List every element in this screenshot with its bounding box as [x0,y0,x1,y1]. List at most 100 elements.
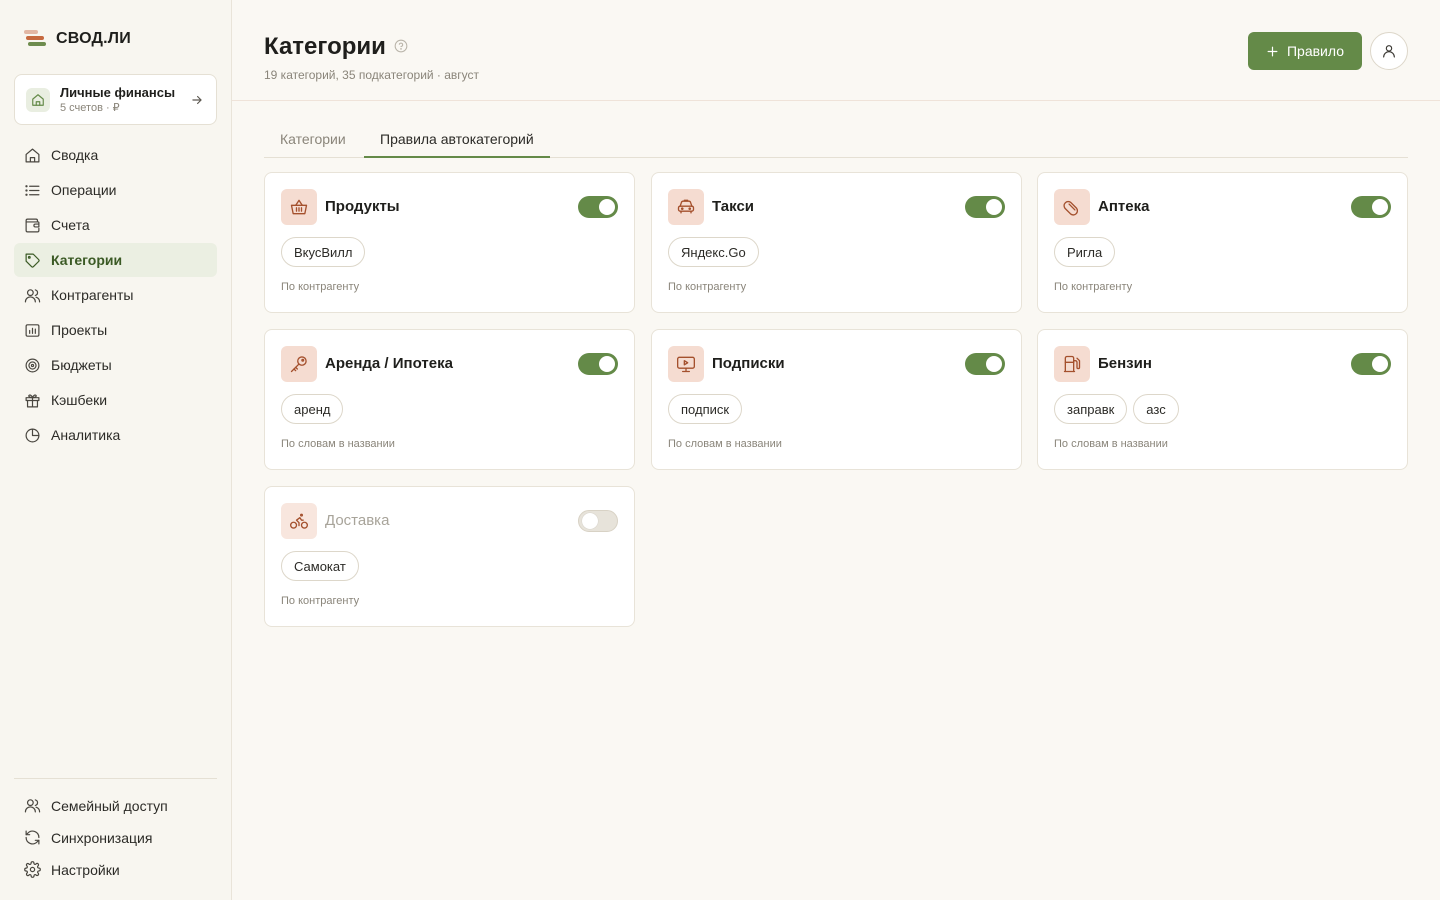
gear-icon [24,861,41,878]
users-icon [24,287,41,304]
nav-item-projects[interactable]: Проекты [14,313,217,347]
arrow-right-icon [192,95,202,104]
rule-chip[interactable]: подписк [668,394,743,424]
rule-card-delivery[interactable]: Доставка Самокат По контрагенту [264,486,635,627]
nav-item-budgets[interactable]: Бюджеты [14,348,217,382]
sidebar: СВОД.ЛИ Личные финансы 5 счетов · ₽ Свод… [0,0,232,900]
nav-item-operations[interactable]: Операции [14,173,217,207]
nav-label: Синхронизация [51,829,153,846]
rule-chip[interactable]: ВкусВилл [281,237,366,267]
rule-card-fuel[interactable]: Бензин заправк азс По словам в названии [1037,329,1408,470]
rule-title: Такси [712,198,755,215]
brand-logo [24,30,46,48]
key-icon [281,346,317,382]
sidebar-divider [14,778,217,779]
rule-toggle[interactable] [1351,196,1391,218]
tag-icon [24,252,41,269]
target-icon [24,357,41,374]
tab-categories[interactable]: Категории [264,126,362,158]
account-title: Личные финансы [60,84,176,100]
home-icon [24,147,41,164]
rule-chips: заправк азс [1054,394,1179,424]
rule-type: По контрагенту [281,281,360,293]
car-icon [668,189,704,225]
nav-item-counterparties[interactable]: Контрагенты [14,278,217,312]
nav-item-analytics[interactable]: Аналитика [14,418,217,452]
nav-item-family-access[interactable]: Семейный доступ [14,790,217,821]
rule-title: Бензин [1098,355,1152,372]
rule-chip[interactable]: Яндекс.Go [668,237,759,267]
tab-auto-rules[interactable]: Правила автокатегорий [364,126,550,158]
basket-icon [281,189,317,225]
nav-label: Кэшбеки [51,392,108,408]
rule-chips: Яндекс.Go [668,237,759,267]
nav-label: Операции [51,182,117,198]
rule-type: По контрагенту [668,281,747,293]
main-nav: Сводка Операции Счета Категории Контраге… [14,138,217,453]
rule-card-subscriptions[interactable]: Подписки подписк По словам в названии [651,329,1022,470]
nav-item-summary[interactable]: Сводка [14,138,217,172]
rule-type: По контрагенту [281,595,360,607]
gift-icon [24,392,41,409]
rule-title: Аренда / Ипотека [325,355,453,372]
users-icon [24,797,41,814]
wallet-icon [24,217,41,234]
home-icon [26,87,50,112]
help-icon[interactable] [394,39,408,53]
rule-chip[interactable]: Ригла [1054,237,1116,267]
rule-title: Доставка [325,512,390,529]
rule-type: По словам в названии [668,438,782,450]
nav-label: Аналитика [51,427,121,443]
rule-chips: подписк [668,394,743,424]
rule-type: По словам в названии [1054,438,1168,450]
user-icon [1383,45,1395,58]
brand[interactable]: СВОД.ЛИ [24,30,131,48]
refresh-icon [24,829,41,846]
nav-label: Категории [51,252,123,268]
rule-toggle[interactable] [965,353,1005,375]
rule-chip[interactable]: азс [1133,394,1179,424]
pie-chart-icon [24,427,41,444]
rule-card-pharmacy[interactable]: Аптека Ригла По контрагенту [1037,172,1408,313]
nav-label: Проекты [51,322,108,338]
rule-toggle[interactable] [578,510,618,532]
nav-label: Семейный доступ [51,797,168,814]
rule-card-rent[interactable]: Аренда / Ипотека аренд По словам в назва… [264,329,635,470]
add-rule-label: Правило [1286,43,1344,59]
rule-chips: Ригла [1054,237,1116,267]
brand-name: СВОД.ЛИ [56,30,131,47]
page-subtitle: 19 категорий, 35 подкатегорий · август [264,68,480,82]
rule-type: По контрагенту [1054,281,1133,293]
account-switcher[interactable]: Личные финансы 5 счетов · ₽ [14,74,217,125]
rule-toggle[interactable] [965,196,1005,218]
add-rule-button[interactable]: Правило [1248,32,1362,70]
nav-item-sync[interactable]: Синхронизация [14,822,217,853]
rule-chips: ВкусВилл [281,237,366,267]
user-avatar-button[interactable] [1370,32,1408,70]
rule-chip[interactable]: аренд [281,394,344,424]
rule-card-groceries[interactable]: Продукты ВкусВилл По контрагенту [264,172,635,313]
folder-chart-icon [24,322,41,339]
nav-label: Контрагенты [51,287,134,303]
nav-item-categories[interactable]: Категории [14,243,217,277]
bike-icon [281,503,317,539]
rule-chips: аренд [281,394,344,424]
rule-chips: Самокат [281,551,359,581]
rule-title: Продукты [325,198,400,215]
rule-chip[interactable]: заправк [1054,394,1128,424]
rule-chip[interactable]: Самокат [281,551,359,581]
page-header: Категории 19 категорий, 35 подкатегорий … [232,0,1440,101]
rule-type: По словам в названии [281,438,395,450]
nav-item-settings[interactable]: Настройки [14,854,217,885]
rule-title: Подписки [712,355,785,372]
nav-item-accounts[interactable]: Счета [14,208,217,242]
rule-toggle[interactable] [1351,353,1391,375]
main-content: Категории 19 категорий, 35 подкатегорий … [232,0,1440,900]
rule-card-taxi[interactable]: Такси Яндекс.Go По контрагенту [651,172,1022,313]
rule-toggle[interactable] [578,353,618,375]
nav-item-cashback[interactable]: Кэшбеки [14,383,217,417]
plus-icon [1267,46,1278,56]
list-icon [24,182,41,199]
page-title: Категории [264,33,386,60]
rule-toggle[interactable] [578,196,618,218]
